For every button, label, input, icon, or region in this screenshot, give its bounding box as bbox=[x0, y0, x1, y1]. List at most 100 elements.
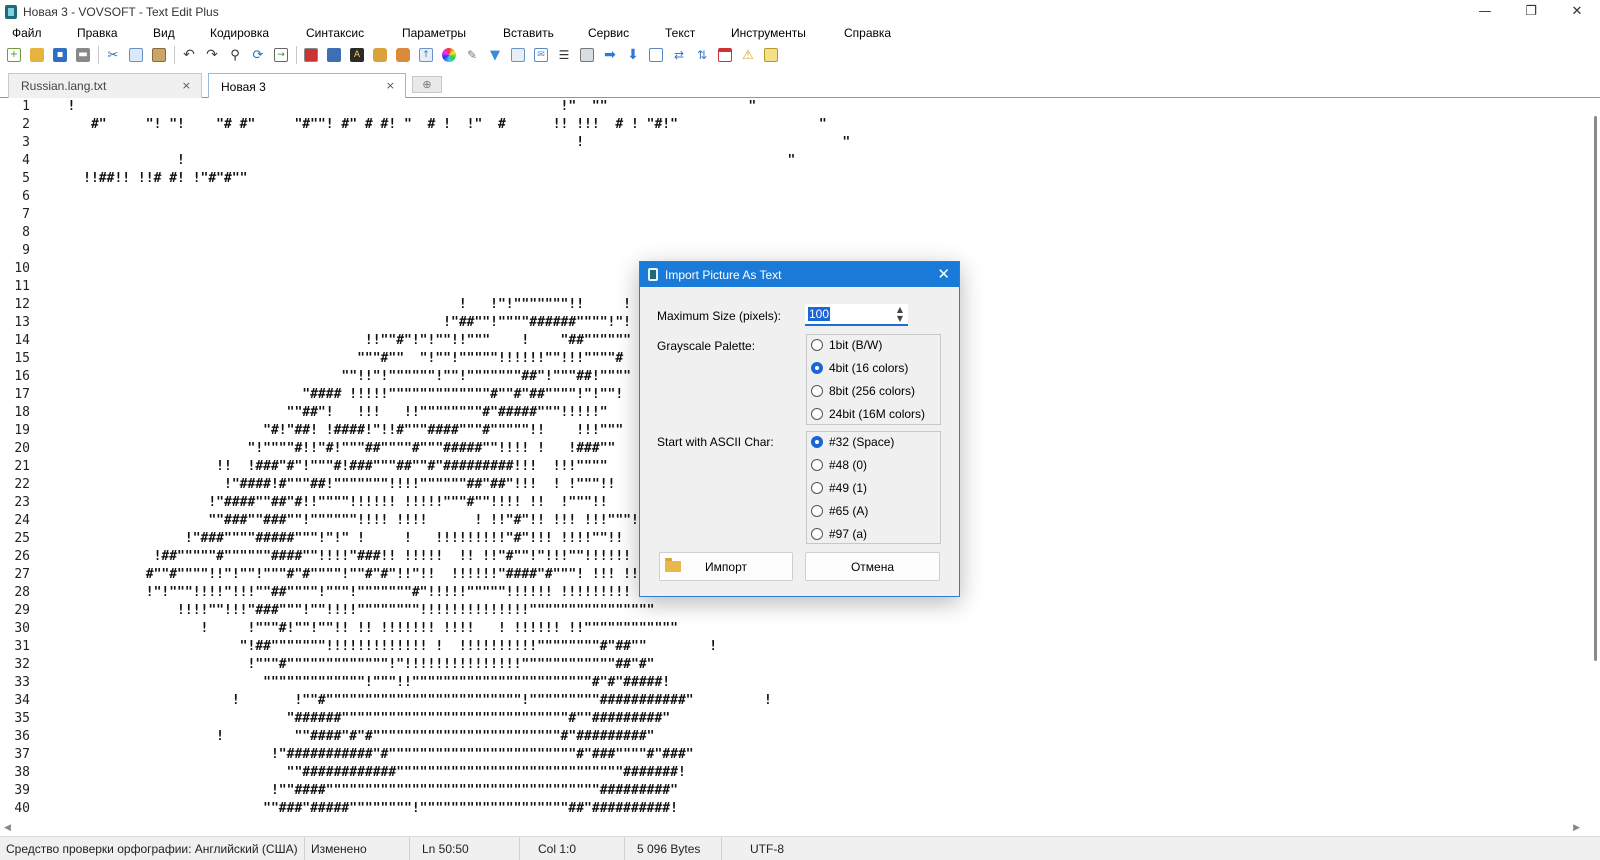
code-line[interactable]: ! ""####"#"#""""""""""""""""""""""""#"##… bbox=[44, 729, 654, 744]
max-size-spinner[interactable]: ▲ ▼ bbox=[894, 305, 906, 323]
save-icon[interactable]: ▪ bbox=[49, 44, 71, 66]
code-line[interactable]: !"####""##"#!!""""!!!!!! !!!!!"""#""!!!!… bbox=[44, 495, 607, 510]
radio-button[interactable] bbox=[811, 408, 823, 420]
horizontal-scrollbar[interactable]: ◀ ▶ bbox=[0, 820, 1600, 834]
menu-tools[interactable]: Инструменты bbox=[731, 26, 806, 40]
code-line[interactable]: ! !" "" " bbox=[44, 99, 756, 114]
palette-option-4bit[interactable]: 4bit (16 colors) bbox=[811, 361, 908, 375]
code-line[interactable]: !!!!""!!!"###"""!""!!!!""""""""!!!!!!!!!… bbox=[44, 603, 654, 618]
menu-file[interactable]: Файл bbox=[12, 26, 42, 40]
code-line[interactable]: !##"""""#""""""####""!!!!"###!! !!!!! !!… bbox=[44, 549, 631, 564]
radio-button-checked[interactable] bbox=[811, 436, 823, 448]
close-button[interactable]: ✕ bbox=[1554, 0, 1600, 23]
code-line[interactable]: ! !""#"""""""""""""""""""""""""!""""""""… bbox=[44, 693, 772, 708]
convert-icon[interactable]: ⇄ bbox=[668, 44, 690, 66]
radio-button[interactable] bbox=[811, 482, 823, 494]
code-line[interactable]: ! " bbox=[44, 153, 795, 168]
tab-russian-lang[interactable]: Russian.lang.txt × bbox=[8, 73, 202, 98]
code-line[interactable]: !""####"""""""""""""""""""""""""""""""""… bbox=[44, 783, 678, 798]
code-line[interactable]: "!""""#!!"#!"""##""""#"""#####""!!!! ! !… bbox=[44, 441, 615, 456]
code-line[interactable]: !"####!#"""##!"""""""!!!!""""""##"##"!!!… bbox=[44, 477, 615, 492]
radio-button[interactable] bbox=[811, 528, 823, 540]
warning-icon[interactable]: ⚠ bbox=[737, 44, 759, 66]
scroll-right-icon[interactable]: ▶ bbox=[1573, 822, 1580, 833]
cut-icon[interactable]: ✂ bbox=[102, 44, 124, 66]
menu-text[interactable]: Текст bbox=[665, 26, 695, 40]
find-icon[interactable]: ⚲ bbox=[224, 44, 246, 66]
paste-icon[interactable] bbox=[148, 44, 170, 66]
print-icon[interactable]: ▬ bbox=[72, 44, 94, 66]
radio-button[interactable] bbox=[811, 339, 823, 351]
scroll-left-icon[interactable]: ◀ bbox=[4, 822, 11, 833]
code-line[interactable]: ! !"!"""""""!! ! bbox=[44, 297, 631, 312]
code-line[interactable]: !"!"""!!!!"!!!""##""""!"""!"""""""#"!!!!… bbox=[44, 585, 631, 600]
spin-up-icon[interactable]: ▲ bbox=[897, 305, 903, 314]
color-wheel-icon[interactable] bbox=[438, 44, 460, 66]
code-line[interactable]: !"##""!""""######""""!"! bbox=[44, 315, 631, 330]
new-file-icon[interactable]: + bbox=[3, 44, 25, 66]
palette-option-1bit[interactable]: 1bit (B/W) bbox=[811, 338, 882, 352]
list-icon[interactable]: ☰ bbox=[553, 44, 575, 66]
goto-icon[interactable]: → bbox=[270, 44, 292, 66]
radio-button-checked[interactable] bbox=[811, 362, 823, 374]
keyboard-icon[interactable] bbox=[576, 44, 598, 66]
code-line[interactable]: ""############""""""""""""""""""""""""""… bbox=[44, 765, 686, 780]
restore-button[interactable]: ❐ bbox=[1508, 0, 1554, 23]
palette-option-8bit[interactable]: 8bit (256 colors) bbox=[811, 384, 915, 398]
code-line[interactable]: !!##!! !!# #! !"#"#"" bbox=[44, 171, 247, 186]
calendar-icon[interactable] bbox=[714, 44, 736, 66]
menu-help[interactable]: Справка bbox=[844, 26, 891, 40]
ascii-option-49[interactable]: #49 (1) bbox=[811, 481, 867, 495]
menu-view[interactable]: Вид bbox=[153, 26, 175, 40]
code-line[interactable]: "######"""""""""""""""""""""""""""""#""#… bbox=[44, 711, 671, 726]
menu-syntax[interactable]: Синтаксис bbox=[306, 26, 364, 40]
code-line[interactable]: !"###########"#""""""""""""""""""""""""#… bbox=[44, 747, 694, 762]
export-icon[interactable]: ↑ bbox=[415, 44, 437, 66]
radio-button[interactable] bbox=[811, 385, 823, 397]
tab-close-icon[interactable]: × bbox=[182, 79, 191, 92]
image-icon[interactable] bbox=[300, 44, 322, 66]
open-folder-icon[interactable] bbox=[26, 44, 48, 66]
undo-icon[interactable]: ↶ bbox=[178, 44, 200, 66]
ascii-option-48[interactable]: #48 (0) bbox=[811, 458, 867, 472]
radio-button[interactable] bbox=[811, 459, 823, 471]
code-line[interactable]: ! " bbox=[44, 135, 850, 150]
menu-insert[interactable]: Вставить bbox=[503, 26, 554, 40]
menu-edit[interactable]: Правка bbox=[77, 26, 118, 40]
code-line[interactable]: ""###"#####""""""""!"""""""""""""""""""#… bbox=[44, 801, 678, 816]
radio-button[interactable] bbox=[811, 505, 823, 517]
tab-new-3[interactable]: Новая 3 × bbox=[208, 73, 406, 99]
code-line[interactable]: ""###""###""!""""""!!!! !!!! ! !!"#"!! !… bbox=[44, 513, 654, 528]
pen-icon[interactable]: ✎ bbox=[461, 44, 483, 66]
dialog-close-icon[interactable]: ✕ bbox=[937, 265, 950, 283]
note-icon[interactable] bbox=[760, 44, 782, 66]
import-button[interactable]: Импорт bbox=[659, 552, 793, 581]
replace-icon[interactable]: ⟳ bbox=[247, 44, 269, 66]
ascii-option-32[interactable]: #32 (Space) bbox=[811, 435, 894, 449]
redo-icon[interactable]: ↷ bbox=[201, 44, 223, 66]
code-line[interactable]: !"###""""#####"""!"!" ! ! !!!!!!!!!"#"!!… bbox=[44, 531, 647, 546]
new-tab-button[interactable]: ⊕ bbox=[412, 76, 442, 93]
transform-icon[interactable]: ⇅ bbox=[691, 44, 713, 66]
mail-icon[interactable]: ✉ bbox=[530, 44, 552, 66]
lock-icon[interactable] bbox=[369, 44, 391, 66]
screen-icon[interactable] bbox=[323, 44, 345, 66]
code-line[interactable]: "#### !!!!!"""""""""""""#""#"##""""!"!""… bbox=[44, 387, 623, 402]
vertical-scrollbar-thumb[interactable] bbox=[1594, 116, 1597, 661]
code-line[interactable]: ""##"! !!! !!""""""""#"#####"""!!!!!" bbox=[44, 405, 608, 420]
spin-down-icon[interactable]: ▼ bbox=[897, 314, 903, 323]
code-line[interactable]: !!""#"!"!""!!""" ! "##"""""" bbox=[44, 333, 631, 348]
code-line[interactable]: "#!"##! !####!"!!#"""####"""#"""""!! !!!… bbox=[44, 423, 623, 438]
menu-service[interactable]: Сервис bbox=[588, 26, 629, 40]
copy-icon[interactable] bbox=[125, 44, 147, 66]
cancel-button[interactable]: Отмена bbox=[805, 552, 940, 581]
filter-icon[interactable]: ▼ bbox=[484, 44, 506, 66]
table-icon[interactable] bbox=[507, 44, 529, 66]
code-line[interactable]: #""#""""!!"!""!"""#"#""""!""#"#"!!"!! !!… bbox=[44, 567, 647, 582]
tab-close-icon[interactable]: × bbox=[386, 79, 395, 92]
arrow-right-icon[interactable]: ➡ bbox=[599, 44, 621, 66]
code-line[interactable]: "!##"""""""!!!!!!!!!!!!! ! !!!!!!!!!!"""… bbox=[44, 639, 717, 654]
code-line[interactable]: ! !"""#!""!""!! !! !!!!!!! !!!! ! !!!!!!… bbox=[44, 621, 678, 636]
menu-options[interactable]: Параметры bbox=[402, 26, 466, 40]
ascii-option-65[interactable]: #65 (A) bbox=[811, 504, 868, 518]
